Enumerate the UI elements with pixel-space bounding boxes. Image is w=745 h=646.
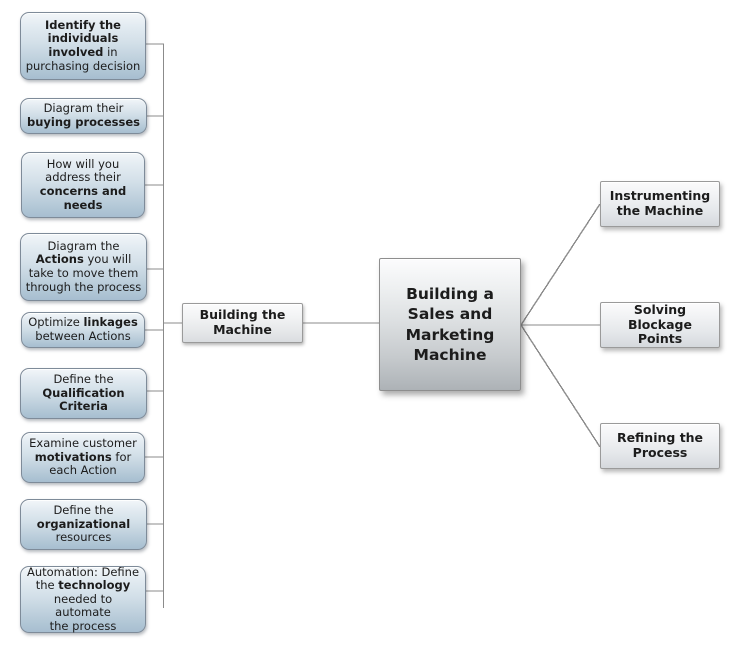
mid-node-building-the-machine[interactable]: Building the Machine [182, 303, 303, 343]
right-node-label: Refining the Process [616, 430, 704, 460]
right-node-solving-blockage-points[interactable]: Solving Blockage Points [600, 302, 720, 348]
leaf-node-label: Diagram their buying processes [26, 101, 141, 129]
leaf-node-label: Diagram the Actions you will take to move … [25, 238, 142, 294]
leaf-node-concerns-and-needs[interactable]: How will you address their concerns and nee… [21, 152, 145, 218]
leaf-node-identify-individuals[interactable]: Identify the individuals involved in purcha… [20, 12, 146, 80]
leaf-node-optimize-linkages[interactable]: Optimize linkages between Actions [21, 312, 145, 348]
mid-node-label: Building the Machine [199, 307, 286, 337]
right-node-label: Instrumenting the Machine [609, 188, 711, 218]
leaf-node-diagram-buying-processes[interactable]: Diagram their buying processes [20, 98, 147, 134]
leaf-node-automation-technology[interactable]: Automation: Define the technology needed t… [20, 564, 146, 633]
leaf-node-label: Optimize linkages between Actions [28, 315, 138, 343]
right-node-instrumenting-the-machine[interactable]: Instrumenting the Machine [600, 181, 720, 227]
leaf-node-label: Examine customer motivations for each Acti… [29, 436, 137, 478]
root-node-label: Building a Sales and Marketing Machine [405, 285, 495, 364]
leaf-node-organizational-resources[interactable]: Define the organizational resources [20, 499, 147, 550]
leaf-node-label: Identify the individuals involved in purcha… [25, 17, 141, 73]
leaf-node-label: Define the Qualification Criteria [42, 372, 125, 414]
leaf-node-qualification-criteria[interactable]: Define the Qualification Criteria [20, 368, 147, 419]
leaf-node-customer-motivations[interactable]: Examine customer motivations for each Acti… [21, 432, 145, 483]
mindmap-canvas: Identify the individuals involved in purcha… [0, 0, 745, 646]
leaf-node-label: Define the organizational resources [36, 503, 131, 545]
right-node-refining-the-process[interactable]: Refining the Process [600, 423, 720, 469]
root-node-sales-marketing-machine[interactable]: Building a Sales and Marketing Machine [379, 258, 521, 391]
right-node-label: Solving Blockage Points [628, 301, 692, 347]
leaf-node-label: Automation: Define the technology needed t… [26, 564, 140, 633]
leaf-node-diagram-actions[interactable]: Diagram the Actions you will take to move … [20, 233, 147, 301]
edge-root-to-right-3 [520, 324, 601, 448]
leaf-node-label: How will you address their concerns and nee… [39, 156, 127, 212]
edge-root-to-right-1 [520, 203, 601, 326]
